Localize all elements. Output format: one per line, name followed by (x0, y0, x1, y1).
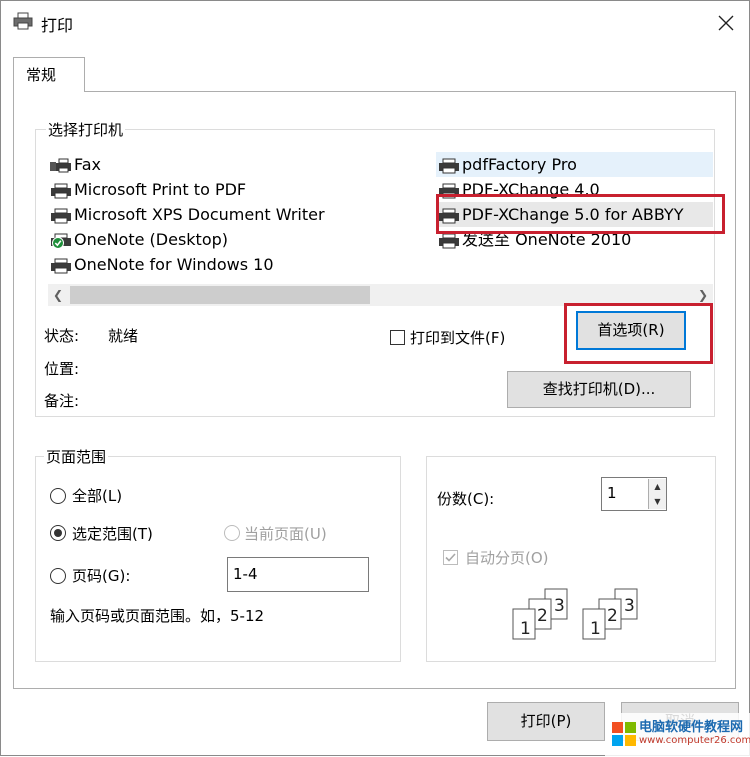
printer-name: 发送至 OneNote 2010 (462, 230, 632, 249)
radio-current-page[interactable] (224, 525, 240, 541)
scroll-right-arrow-icon[interactable]: ❯ (693, 284, 713, 306)
tab-general[interactable]: 常规 (13, 57, 85, 92)
radio-selection-label[interactable]: 选定范围(T) (72, 523, 153, 544)
collate-label[interactable]: 自动分页(O) (465, 547, 549, 568)
page-range-group: 页面范围 全部(L) 选定范围(T) 当前页面(U) 页码(G): 1-4 输入… (35, 446, 401, 662)
copies-spinner[interactable]: ▲ ▼ (648, 479, 666, 509)
printer-item-microsoft-xps[interactable]: Microsoft XPS Document Writer (48, 202, 325, 227)
status-label: 状态: (44, 327, 80, 345)
status-value: 就绪 (108, 327, 139, 345)
tab-panel-general: 选择打印机 Fax Microsoft Print to PDF Microso… (13, 91, 736, 689)
printer-item-pdf-xchange-5-abbyy[interactable]: PDF-XChange 5.0 for ABBYY (436, 202, 713, 227)
spin-up-icon[interactable]: ▲ (649, 479, 666, 494)
radio-pages[interactable] (50, 568, 66, 584)
printer-item-fax[interactable]: Fax (48, 152, 101, 177)
title-bar: 打印 (1, 1, 749, 47)
checkmark-icon (445, 553, 456, 562)
select-printer-group: 选择打印机 Fax Microsoft Print to PDF Microso… (35, 119, 715, 417)
printer-name: PDF-XChange 4.0 (462, 180, 600, 199)
printer-item-onenote-win10[interactable]: OneNote for Windows 10 (48, 252, 274, 277)
printer-name: OneNote for Windows 10 (74, 255, 274, 274)
svg-text:1: 1 (590, 619, 601, 639)
watermark-title: 电脑软硬件教程网 (639, 720, 744, 735)
pages-input[interactable]: 1-4 (227, 557, 369, 592)
svg-text:3: 3 (554, 596, 565, 616)
copies-group: 份数(C): 1 ▲ ▼ 自动分页(O) 3 2 1 3 2 1 (426, 456, 716, 662)
copies-label: 份数(C): (437, 490, 495, 508)
location-label: 位置: (44, 360, 80, 378)
printer-list-scrollbar[interactable]: ❮ ❯ (48, 284, 713, 306)
printer-name: pdfFactory Pro (462, 155, 577, 174)
svg-text:2: 2 (607, 606, 618, 626)
printer-item-microsoft-print-to-pdf[interactable]: Microsoft Print to PDF (48, 177, 246, 202)
printer-item-send-to-onenote-2010[interactable]: 发送至 OneNote 2010 (436, 227, 713, 252)
print-to-file-label[interactable]: 打印到文件(F) (410, 327, 505, 348)
close-button[interactable] (703, 1, 749, 45)
page-range-label: 页面范围 (44, 446, 109, 467)
comment-label: 备注: (44, 392, 80, 410)
printer-item-pdf-xchange-4[interactable]: PDF-XChange 4.0 (436, 177, 713, 202)
window-title: 打印 (41, 16, 74, 35)
svg-text:3: 3 (624, 596, 635, 616)
radio-all[interactable] (50, 488, 66, 504)
print-button[interactable]: 打印(P) (487, 702, 605, 741)
printer-icon (50, 256, 72, 281)
printer-icon (13, 12, 33, 34)
close-icon (718, 15, 734, 31)
svg-text:2: 2 (537, 606, 548, 626)
spin-down-icon[interactable]: ▼ (649, 494, 666, 509)
printer-name: Microsoft XPS Document Writer (74, 205, 325, 224)
print-dialog: 打印 常规 选择打印机 Fax Microsoft Print to PDF M… (0, 0, 750, 757)
radio-all-label[interactable]: 全部(L) (72, 485, 122, 506)
select-printer-label: 选择打印机 (46, 119, 126, 140)
printer-icon (438, 231, 460, 256)
find-printer-button[interactable]: 查找打印机(D)... (507, 371, 691, 408)
collate-checkbox[interactable] (443, 550, 458, 565)
printer-name: OneNote (Desktop) (74, 230, 229, 249)
watermark-url: www.computer26.com (639, 735, 750, 746)
windows-logo-icon (611, 721, 637, 751)
printer-name: Microsoft Print to PDF (74, 180, 247, 199)
page-range-hint: 输入页码或页面范围。如，5-12 (50, 607, 265, 625)
printer-name: PDF-XChange 5.0 for ABBYY (462, 205, 684, 224)
site-watermark: 电脑软硬件教程网 www.computer26.com (605, 713, 750, 757)
radio-selection[interactable] (50, 525, 66, 541)
printer-name: Fax (74, 155, 102, 174)
radio-pages-label[interactable]: 页码(G): (72, 565, 130, 586)
scroll-left-arrow-icon[interactable]: ❮ (48, 284, 68, 306)
printer-item-pdffactory-pro[interactable]: pdfFactory Pro (436, 152, 713, 177)
radio-current-page-label[interactable]: 当前页面(U) (244, 523, 327, 544)
collate-illustration-icon: 3 2 1 3 2 1 (511, 587, 651, 647)
printer-list[interactable]: Fax Microsoft Print to PDF Microsoft XPS… (48, 152, 713, 297)
preferences-button[interactable]: 首选项(R) (576, 311, 686, 350)
copies-value: 1 (607, 484, 617, 502)
svg-text:1: 1 (520, 619, 531, 639)
print-to-file-checkbox[interactable] (390, 330, 405, 345)
printer-item-onenote-desktop[interactable]: OneNote (Desktop) (48, 227, 228, 252)
scroll-thumb[interactable] (70, 286, 370, 304)
